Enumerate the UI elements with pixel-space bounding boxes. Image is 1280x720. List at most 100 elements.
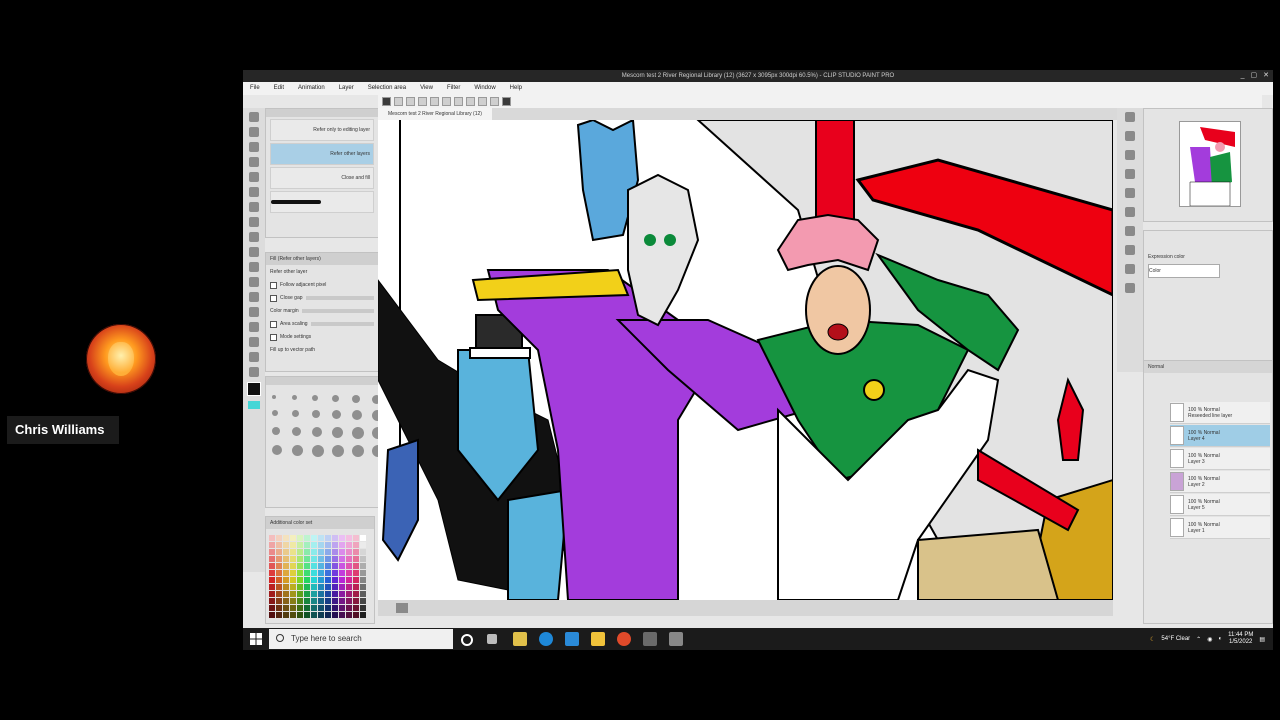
color-swatch[interactable] [283, 563, 289, 569]
color-swatch[interactable] [304, 549, 310, 555]
color-swatch[interactable] [353, 549, 359, 555]
color-swatch[interactable] [339, 591, 345, 597]
prop-follow-adjacent[interactable]: Follow adjacent pixel [270, 279, 374, 291]
brush-size-preset[interactable] [292, 410, 299, 417]
color-swatch[interactable] [276, 584, 282, 590]
color-swatch[interactable] [332, 612, 338, 618]
color-swatch[interactable] [332, 570, 338, 576]
tray-overflow-icon[interactable]: ⌃ [1196, 636, 1201, 643]
snap-ruler-icon[interactable] [478, 97, 487, 106]
color-swatch[interactable] [332, 542, 338, 548]
color-swatch[interactable] [346, 584, 352, 590]
color-swatch[interactable] [325, 535, 331, 541]
color-swatch[interactable] [360, 612, 366, 618]
color-swatch[interactable] [283, 598, 289, 604]
prop-color-margin[interactable]: Color margin [270, 305, 374, 317]
material-icon[interactable] [1125, 207, 1135, 217]
color-swatch[interactable] [360, 549, 366, 555]
clip-studio-paint-taskbar-icon[interactable] [669, 632, 683, 646]
text-tool-icon[interactable] [249, 337, 259, 347]
color-swatch[interactable] [269, 549, 275, 555]
color-swatch[interactable] [353, 605, 359, 611]
color-swatch[interactable] [339, 577, 345, 583]
color-swatch[interactable] [297, 612, 303, 618]
color-swatch[interactable] [353, 598, 359, 604]
minimize-button[interactable]: _ [1241, 70, 1245, 82]
color-swatch[interactable] [325, 570, 331, 576]
layer-row-selected[interactable]: 100 % Normal Layer 4 [1170, 425, 1270, 447]
color-swatch[interactable] [276, 577, 282, 583]
color-swatch[interactable] [360, 605, 366, 611]
color-swatch[interactable] [339, 549, 345, 555]
color-swatch[interactable] [311, 584, 317, 590]
brush-size-preset[interactable] [272, 395, 276, 399]
menu-selection-area[interactable]: Selection area [361, 82, 413, 95]
brush-size-preset[interactable] [332, 395, 339, 402]
main-color-swatch[interactable] [247, 382, 261, 396]
color-swatch[interactable] [283, 591, 289, 597]
color-swatch[interactable] [360, 535, 366, 541]
balloon-tool-icon[interactable] [249, 352, 259, 362]
color-swatch[interactable] [297, 598, 303, 604]
move-layer-icon[interactable] [249, 157, 259, 167]
prop-mode-settings[interactable]: Mode settings [270, 331, 374, 343]
color-swatch[interactable] [269, 584, 275, 590]
color-swatch[interactable] [276, 612, 282, 618]
area-scaling-checkbox[interactable] [270, 320, 277, 328]
color-swatch[interactable] [269, 570, 275, 576]
layer-row[interactable]: 100 % Normal Layer 2 [1170, 471, 1270, 493]
color-swatch[interactable] [318, 549, 324, 555]
color-swatch[interactable] [353, 556, 359, 562]
color-swatch[interactable] [304, 535, 310, 541]
color-swatch[interactable] [290, 556, 296, 562]
color-swatch[interactable] [360, 591, 366, 597]
color-swatch[interactable] [325, 591, 331, 597]
brush-size-preset[interactable] [332, 410, 341, 419]
maximize-button[interactable]: ▢ [1251, 70, 1258, 82]
color-swatch[interactable] [290, 591, 296, 597]
color-swatch[interactable] [318, 542, 324, 548]
navigator-toggle-icon[interactable] [396, 603, 408, 613]
color-swatch[interactable] [318, 584, 324, 590]
brush-size-preset[interactable] [272, 445, 282, 455]
brush-size-preset[interactable] [272, 410, 278, 416]
chrome-icon[interactable] [617, 632, 631, 646]
canvas-tab-active[interactable]: Mescorn test 2 River Regional Library (1… [378, 108, 492, 120]
color-swatch[interactable] [297, 556, 303, 562]
color-swatch[interactable] [353, 577, 359, 583]
auto-action-icon[interactable] [1125, 283, 1135, 293]
color-swatch[interactable] [339, 584, 345, 590]
color-swatch[interactable] [325, 598, 331, 604]
color-swatch[interactable] [283, 542, 289, 548]
color-swatch[interactable] [269, 591, 275, 597]
color-swatch[interactable] [276, 605, 282, 611]
color-swatch[interactable] [290, 570, 296, 576]
color-swatch[interactable] [297, 605, 303, 611]
zoom-tool-icon[interactable] [249, 112, 259, 122]
color-swatch[interactable] [346, 605, 352, 611]
layer-property-icon[interactable] [1125, 188, 1135, 198]
color-swatch[interactable] [360, 584, 366, 590]
pen-tool-icon[interactable] [249, 217, 259, 227]
selection-tool-icon[interactable] [249, 172, 259, 182]
color-swatch[interactable] [304, 598, 310, 604]
brush-size-preset[interactable] [332, 427, 343, 438]
gradient-icon[interactable] [249, 307, 259, 317]
color-swatch[interactable] [283, 556, 289, 562]
blend-mode-select[interactable]: Normal [1144, 361, 1272, 373]
color-swatch[interactable] [346, 577, 352, 583]
color-swatch[interactable] [297, 584, 303, 590]
weather-text[interactable]: 54°F Clear [1161, 636, 1190, 642]
menu-layer[interactable]: Layer [332, 82, 361, 95]
cortana-icon[interactable] [461, 634, 473, 646]
color-swatch[interactable] [304, 563, 310, 569]
menu-filter[interactable]: Filter [440, 82, 467, 95]
follow-adjacent-checkbox[interactable] [270, 281, 277, 289]
color-swatch[interactable] [304, 556, 310, 562]
drawing-canvas[interactable] [378, 120, 1113, 600]
mode-settings-checkbox[interactable] [270, 333, 277, 341]
subtool-refer-other-layers[interactable]: Refer other layers [270, 143, 374, 165]
color-swatch[interactable] [290, 535, 296, 541]
color-swatch[interactable] [325, 584, 331, 590]
color-swatch[interactable] [346, 542, 352, 548]
